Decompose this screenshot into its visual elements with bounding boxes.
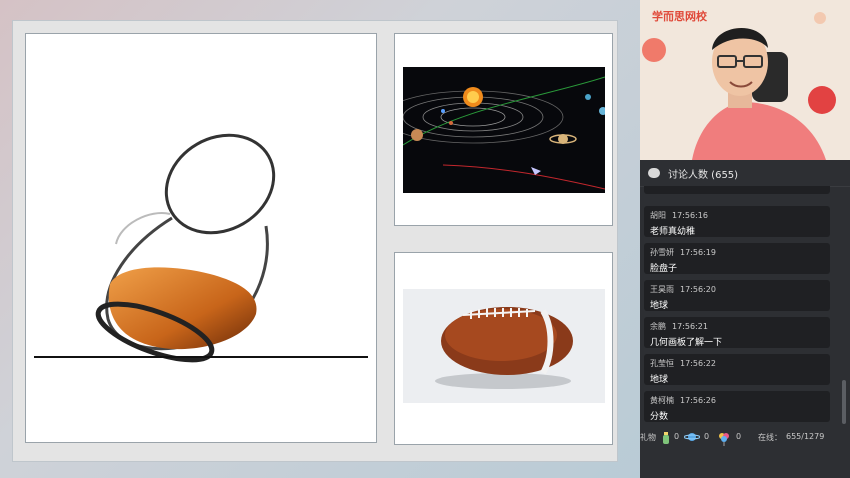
chat-text: 脸盘子 [650,264,678,274]
chat-time: 17:56:16 [672,211,708,220]
chat-footer: 礼物 0 0 0 在线： 655/1279 [640,432,850,448]
brand-logo: 学而思网校 [652,10,707,23]
chat-time: 17:56:26 [680,396,716,405]
chat-time: 17:56:21 [672,322,708,331]
baseline [34,356,368,358]
slide-glass[interactable] [25,33,377,443]
chat-header: 讨论人数 (655) [640,160,850,187]
chat-text: 分数 [650,412,669,422]
football-image [403,289,605,403]
chat-title: 讨论人数 (655) [668,169,739,181]
chat-scrollbar[interactable] [842,380,846,424]
online-label: 在线： [758,433,782,442]
gift3-count: 0 [736,432,742,441]
chat-user: 孔莹恒 [650,359,674,368]
chat-text: 地球 [650,301,669,311]
chat-message-list[interactable]: 胡阳 17:56:16 老师真幼稚 孙雪妍 17:56:19 脸盘子 王昊雨 17:5… [640,186,838,436]
gift2-count: 0 [704,432,710,441]
chat-time: 17:56:19 [680,248,716,257]
chat-text: 老师真幼稚 [650,227,696,237]
teacher-video-image [640,0,850,160]
teacher-video: 学而思网校 [640,0,850,160]
chat-text: 几何画板了解一下 [650,338,723,348]
chat-message: 孔莹恒 17:56:22 地球 [644,354,830,385]
balloon-gift-icon[interactable] [718,432,730,448]
chat-user: 余鹏 [650,322,666,331]
chat-user: 王昊雨 [650,285,674,294]
online-value: 655/1279 [786,432,825,441]
whiteboard [12,20,618,462]
solar-system-image [403,67,605,193]
slide-solar-system[interactable] [394,33,613,226]
chat-message [644,186,830,194]
chat-user: 孙雪妍 [650,248,674,257]
chat-panel: 讨论人数 (655) 胡阳 17:56:16 老师真幼稚 孙雪妍 17:56:19 … [640,160,850,478]
chat-message: 黄柯楠 17:56:26 分数 [644,391,830,422]
chat-text: 地球 [650,375,669,385]
gift-label: 礼物 [640,433,656,442]
gift1-count: 0 [674,432,680,441]
planet-gift-icon[interactable] [683,432,701,444]
chat-message: 胡阳 17:56:16 老师真幼稚 [644,206,830,237]
chat-message: 孙雪妍 17:56:19 脸盘子 [644,243,830,274]
chat-time: 17:56:22 [680,359,716,368]
chat-user: 胡阳 [650,211,666,220]
slide-football[interactable] [394,252,613,445]
bottle-gift-icon[interactable] [662,432,670,446]
chat-time: 17:56:20 [680,285,716,294]
chat-message: 余鹏 17:56:21 几何画板了解一下 [644,317,830,348]
chat-bubble-icon [648,168,660,178]
chat-message: 王昊雨 17:56:20 地球 [644,280,830,311]
chat-user: 黄柯楠 [650,396,674,405]
glass-image [95,133,276,363]
